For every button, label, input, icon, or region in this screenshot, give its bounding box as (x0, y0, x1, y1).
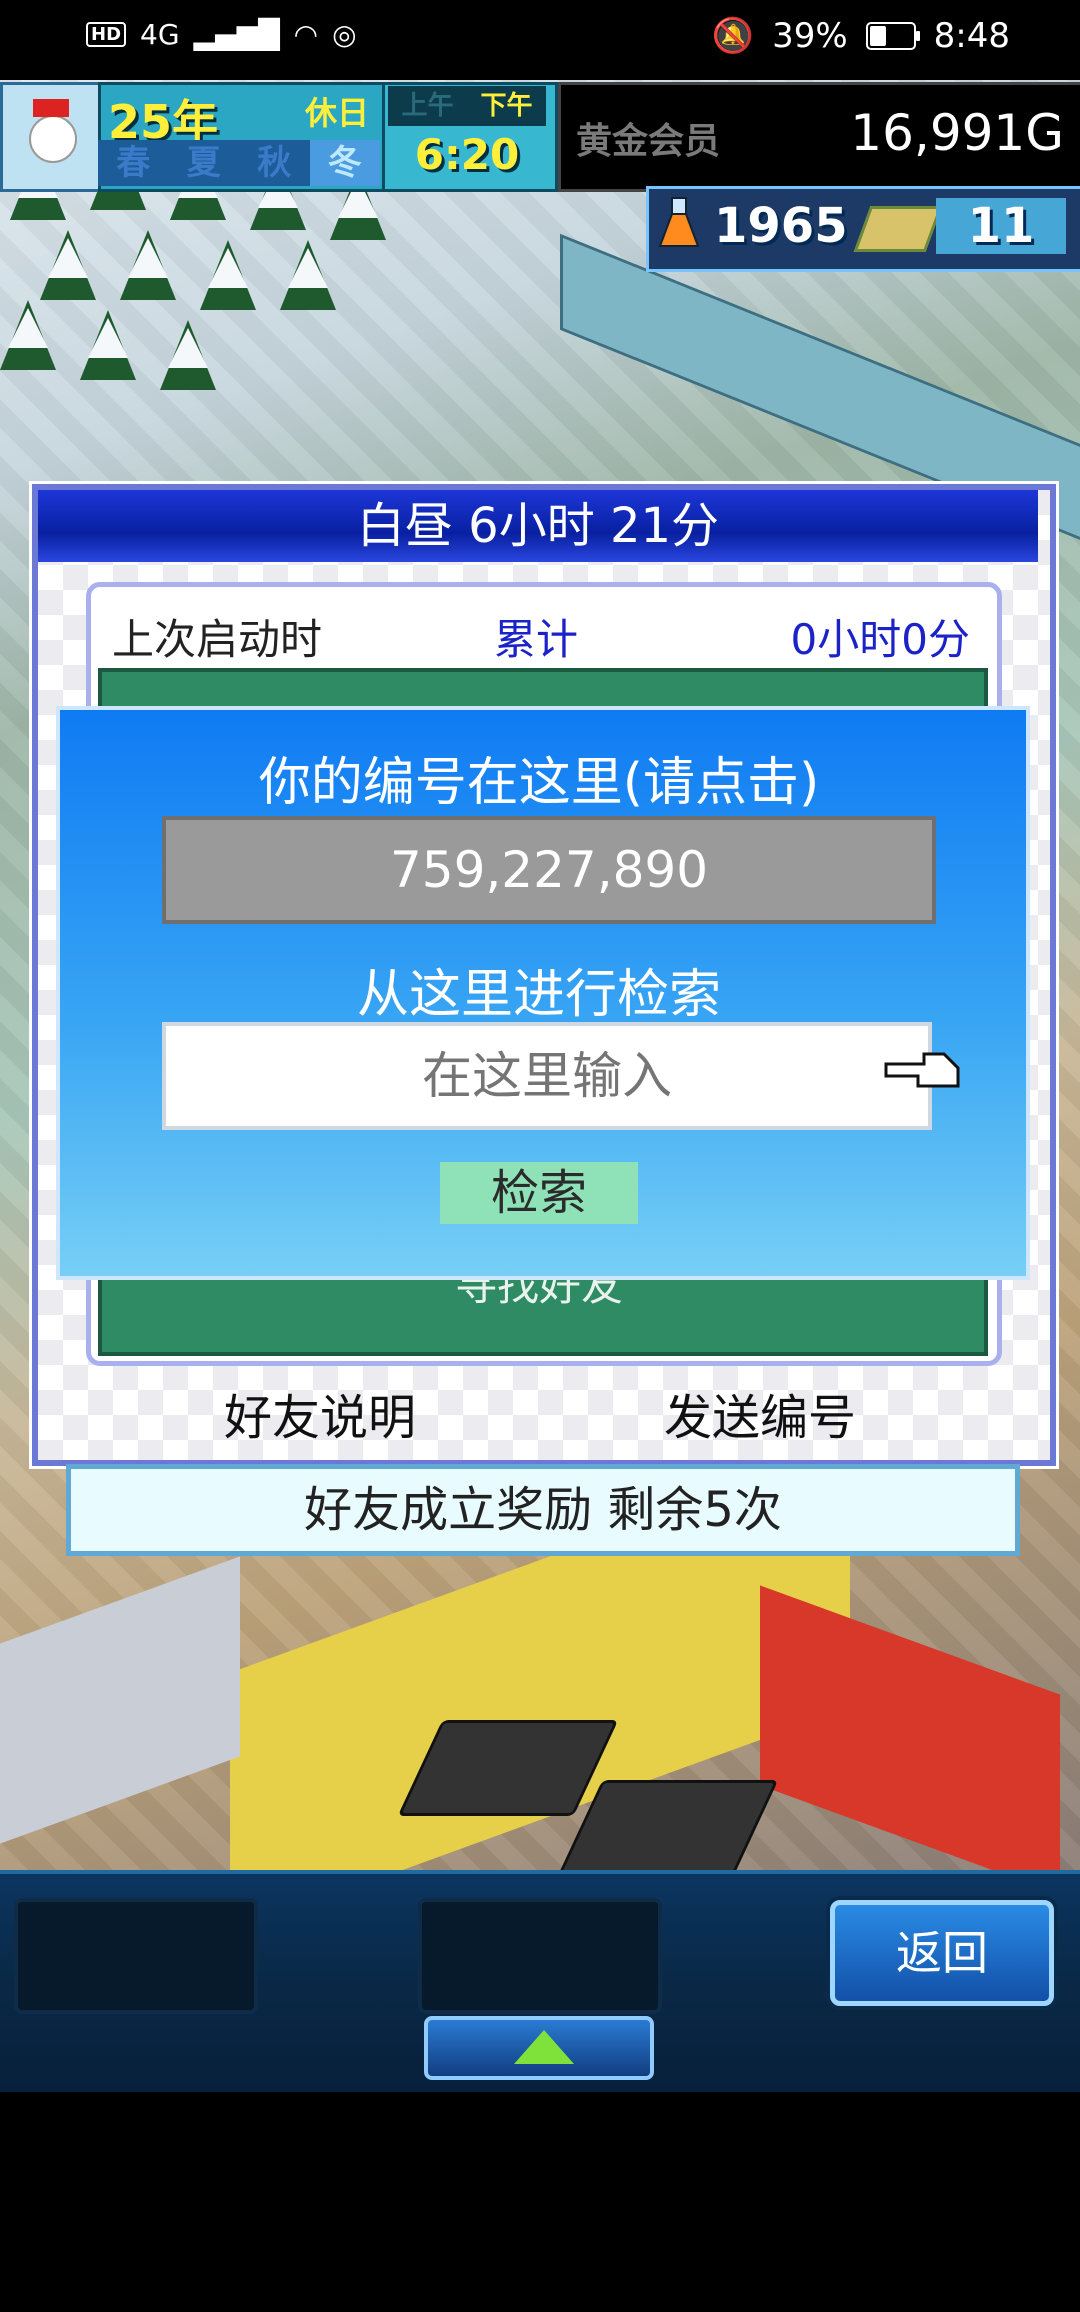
up-arrow-icon (514, 2030, 574, 2064)
snow-tree (200, 240, 256, 310)
clock-time: 8:48 (933, 16, 1010, 56)
snowman-face (29, 115, 77, 163)
sync-icon: ◎ (332, 18, 357, 51)
your-id-title: 你的编号在这里(请点击) (258, 753, 820, 813)
snow-tree (160, 320, 216, 390)
snow-tree (280, 240, 336, 310)
snow-tree (0, 300, 56, 370)
search-title: 从这里进行检索 (356, 965, 721, 1025)
empty-slot-left[interactable] (14, 1898, 258, 2014)
season-autumn: 秋 (257, 143, 292, 183)
your-id-box[interactable]: 759,227,890 (162, 816, 936, 924)
battery-icon (865, 22, 920, 50)
total-time-value: 0小时0分 (790, 615, 970, 664)
send-id-button[interactable]: 发送编号 (600, 1378, 920, 1448)
daytime-title: 白昼 6小时 21分 (38, 490, 1038, 562)
search-button[interactable]: 检索 (440, 1162, 638, 1224)
status-right: 🔕 39% 8:48 (712, 16, 1010, 56)
am-label: 上午 (401, 91, 454, 121)
mute-bell-icon: 🔕 (711, 16, 755, 56)
season-spring: 春 (116, 143, 151, 183)
pm-label: 下午 (480, 91, 533, 121)
grey-room (0, 1556, 240, 1844)
status-bar: HD 4G ▂▄▆█ ◠ ◎ 🔕 39% 8:48 (0, 0, 1080, 80)
red-room (760, 1585, 1060, 1870)
hd-badge: HD (86, 22, 127, 47)
money-amount: 16,991G (850, 104, 1064, 162)
friend-id-search-input[interactable] (162, 1022, 932, 1130)
season-indicator: 春 夏 秋 冬 (98, 140, 380, 186)
snowman-hat (33, 99, 69, 117)
signal-icon: ▂▄▆█ (193, 18, 280, 51)
total-label: 累计 (494, 615, 579, 664)
snow-tree (80, 310, 136, 380)
game-clock: 6:20 (414, 130, 520, 179)
battery-percent: 39% (772, 16, 848, 56)
wifi-icon: ◠ (293, 18, 319, 51)
research-flask-icon (658, 197, 700, 247)
am-pm-indicator: 上午 下午 (388, 86, 546, 126)
expand-menu-button[interactable] (424, 2016, 654, 2080)
friend-reward-banner: 好友成立奖励 剩余5次 (66, 1464, 1020, 1556)
back-button[interactable]: 返回 (830, 1900, 1054, 2006)
empty-slot-center[interactable] (418, 1898, 662, 2014)
friend-explain-button[interactable]: 好友说明 (160, 1378, 480, 1448)
network-label: 4G (140, 18, 180, 51)
season-winter: 冬 (309, 140, 380, 186)
ticket-count: 11 (936, 198, 1066, 254)
last-launch-label: 上次启动时 (112, 615, 323, 664)
gold-membership-label[interactable]: 黄金会员 (576, 112, 720, 164)
pointing-hand-icon (884, 1052, 960, 1088)
season-summer: 夏 (186, 143, 221, 183)
snow-tree (120, 230, 176, 300)
snow-tree (40, 230, 96, 300)
snowman-avatar[interactable] (0, 82, 102, 192)
research-points: 1965 (714, 198, 848, 254)
holiday-label: 休日 (305, 94, 370, 132)
status-left: HD 4G ▂▄▆█ ◠ ◎ (86, 18, 357, 51)
